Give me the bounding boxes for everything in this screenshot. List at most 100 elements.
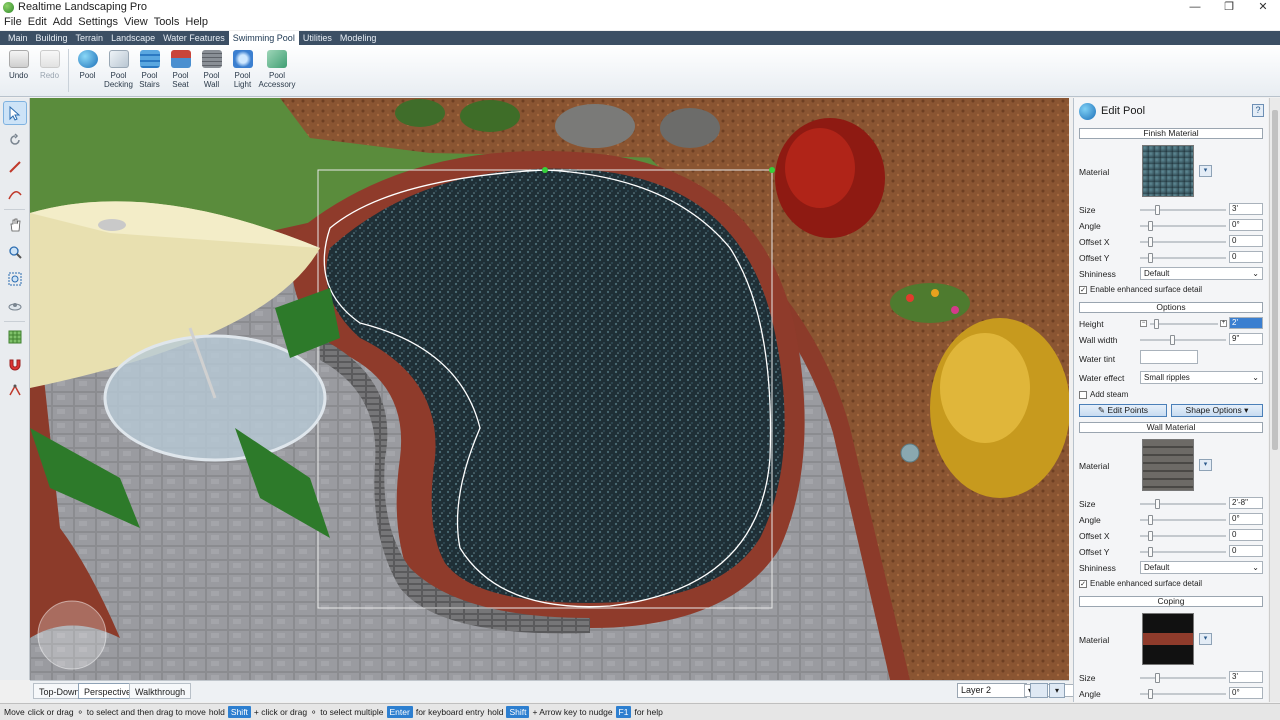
finish-angle-input[interactable]: 0° <box>1229 219 1263 231</box>
select-arrow-icon[interactable] <box>3 101 27 125</box>
menu-edit[interactable]: Edit <box>28 15 52 30</box>
wall-angle-slider[interactable] <box>1140 515 1226 525</box>
control-point[interactable] <box>542 167 548 173</box>
tab-terrain[interactable]: Terrain <box>72 31 108 45</box>
viewport-3d[interactable] <box>30 98 1069 680</box>
pool-seat-button[interactable]: Pool Seat <box>165 45 196 96</box>
coping-angle-slider[interactable] <box>1140 689 1226 699</box>
finish-material-dropdown[interactable]: ▾ <box>1199 165 1212 177</box>
checkbox-checked-icon: ✓ <box>1079 579 1087 588</box>
pool-accessory-button[interactable]: Pool Accessory <box>258 45 296 96</box>
menu-view[interactable]: View <box>124 15 153 30</box>
undo-button[interactable]: Undo <box>3 45 34 96</box>
finish-offset-x-input[interactable]: 0 <box>1229 235 1263 247</box>
layer-select[interactable]: Layer 2 ▾ <box>957 683 1147 698</box>
zoom-extents-icon[interactable] <box>3 267 27 291</box>
minimize-button[interactable]: — <box>1178 0 1212 15</box>
menu-tools[interactable]: Tools <box>154 15 185 30</box>
finish-offset-y-slider[interactable] <box>1140 253 1226 263</box>
pool-button[interactable]: Pool <box>72 45 103 96</box>
panel-scrollbar[interactable] <box>1269 98 1280 702</box>
finish-size-slider[interactable] <box>1140 205 1226 215</box>
wall-offset-y-slider[interactable] <box>1140 547 1226 557</box>
pool-light-button[interactable]: Pool Light <box>227 45 258 96</box>
tab-walkthrough[interactable]: Walkthrough <box>129 683 192 699</box>
tab-main[interactable]: Main <box>4 31 32 45</box>
height-input[interactable]: 2' <box>1229 317 1263 329</box>
menu-help[interactable]: Help <box>185 15 213 30</box>
tab-modeling[interactable]: Modeling <box>336 31 381 45</box>
wall-enhanced-checkbox[interactable]: ✓ Enable enhanced surface detail <box>1079 579 1202 588</box>
pool-wall-button[interactable]: Pool Wall <box>196 45 227 96</box>
wall-size-input[interactable]: 2'-8" <box>1229 497 1263 509</box>
height-increase-button[interactable]: + <box>1220 320 1227 327</box>
menu-settings[interactable]: Settings <box>78 15 123 30</box>
pool-light-icon <box>232 50 253 68</box>
draw-line-icon[interactable] <box>3 155 27 179</box>
magnet-snap-icon[interactable] <box>3 352 27 376</box>
tab-landscape[interactable]: Landscape <box>107 31 159 45</box>
menu-add[interactable]: Add <box>53 15 78 30</box>
height-slider[interactable] <box>1150 319 1218 329</box>
edit-pool-panel: Edit Pool ? Finish Material Material ▾ S… <box>1073 98 1268 702</box>
view-options-button[interactable]: ▾ <box>1049 683 1065 698</box>
menu-file[interactable]: File <box>4 15 27 30</box>
draw-curve-icon[interactable] <box>3 182 27 206</box>
navigation-widget[interactable] <box>37 600 107 670</box>
zoom-icon[interactable] <box>3 240 27 264</box>
finish-offset-x-slider[interactable] <box>1140 237 1226 247</box>
tab-building[interactable]: Building <box>32 31 72 45</box>
water-tint-swatch[interactable] <box>1140 350 1198 364</box>
wall-angle-input[interactable]: 0° <box>1229 513 1263 525</box>
finish-offset-y-input[interactable]: 0 <box>1229 251 1263 263</box>
measure-icon[interactable] <box>3 379 27 403</box>
help-button[interactable]: ? <box>1252 104 1264 117</box>
wall-material-dropdown[interactable]: ▾ <box>1199 459 1212 471</box>
status-text: click or drag <box>27 707 74 717</box>
wall-offset-y-input[interactable]: 0 <box>1229 545 1263 557</box>
finish-material-swatch[interactable] <box>1142 145 1194 197</box>
wall-material-swatch[interactable] <box>1142 439 1194 491</box>
control-point[interactable] <box>769 167 775 173</box>
wall-width-slider[interactable] <box>1140 335 1226 345</box>
rotate-icon[interactable] <box>3 128 27 152</box>
wall-shininess-select[interactable]: Default ⌄ <box>1140 561 1263 574</box>
wall-size-slider[interactable] <box>1140 499 1226 509</box>
scrollbar-thumb[interactable] <box>1272 110 1278 450</box>
coping-material-swatch[interactable] <box>1142 613 1194 665</box>
coping-size-input[interactable]: 3' <box>1229 671 1263 683</box>
pool-stairs-icon <box>139 50 160 68</box>
finish-angle-slider[interactable] <box>1140 221 1226 231</box>
add-steam-checkbox[interactable]: Add steam <box>1079 390 1128 399</box>
coping-material-label: Material <box>1079 635 1110 645</box>
wall-width-input[interactable]: 9" <box>1229 333 1263 345</box>
coping-size-slider[interactable] <box>1140 673 1226 683</box>
wall-offset-x-input[interactable]: 0 <box>1229 529 1263 541</box>
shape-options-button[interactable]: Shape Options ▾ <box>1171 404 1263 417</box>
orbit-icon[interactable] <box>3 294 27 318</box>
app-logo-icon <box>3 2 14 13</box>
wall-offset-x-slider[interactable] <box>1140 531 1226 541</box>
grid-icon[interactable] <box>3 325 27 349</box>
close-button[interactable]: ✕ <box>1246 0 1280 15</box>
pool-decking-button[interactable]: Pool Decking <box>103 45 134 96</box>
tab-water-features[interactable]: Water Features <box>159 31 229 45</box>
tab-swimming-pool[interactable]: Swimming Pool <box>228 31 299 45</box>
redo-button[interactable]: Redo <box>34 45 65 96</box>
finish-enhanced-checkbox[interactable]: ✓ Enable enhanced surface detail <box>1079 285 1202 294</box>
mouse-icon: ⚬ <box>76 706 84 717</box>
maximize-button[interactable]: ❐ <box>1212 0 1246 15</box>
edit-points-button[interactable]: ✎ Edit Points <box>1079 404 1167 417</box>
layer-settings-button[interactable] <box>1030 683 1048 698</box>
height-decrease-button[interactable]: − <box>1140 320 1147 327</box>
pool-stairs-button[interactable]: Pool Stairs <box>134 45 165 96</box>
tab-utilities[interactable]: Utilities <box>299 31 336 45</box>
coping-angle-input[interactable]: 0° <box>1229 687 1263 699</box>
finish-shininess-select[interactable]: Default ⌄ <box>1140 267 1263 280</box>
wall-size-label: Size <box>1079 499 1096 509</box>
finish-size-input[interactable]: 3' <box>1229 203 1263 215</box>
water-effect-select[interactable]: Small ripples ⌄ <box>1140 371 1263 384</box>
coping-material-dropdown[interactable]: ▾ <box>1199 633 1212 645</box>
pool-wall-label: Pool Wall <box>203 71 220 89</box>
pan-hand-icon[interactable] <box>3 213 27 237</box>
